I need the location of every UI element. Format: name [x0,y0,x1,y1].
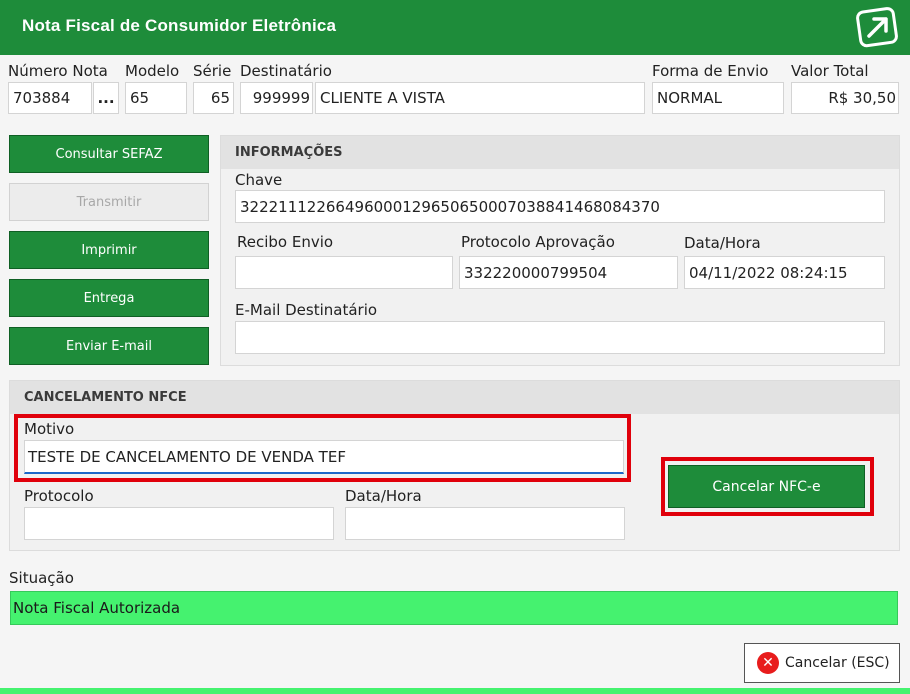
modelo-label: Modelo [125,62,180,80]
recibo-envio-label: Recibo Envio [237,233,334,251]
motivo-value: TESTE DE CANCELAMENTO DE VENDA TEF [28,447,346,466]
numero-nota-value: 703884 [13,89,71,107]
protocolo-aprovacao-label: Protocolo Aprovação [461,233,615,251]
situacao-label: Situação [9,569,74,587]
serie-field[interactable]: 65 [193,82,234,114]
cancelamento-title: CANCELAMENTO NFCE [10,381,899,414]
valor-total-value: R$ 30,50 [828,89,896,107]
chave-value: 3222111226649600012965065000703884146808… [240,197,660,216]
situacao-field: Nota Fiscal Autorizada [10,591,898,625]
email-destinatario-label: E-Mail Destinatário [235,301,378,319]
chave-label: Chave [235,171,283,189]
cancel-datahora-field[interactable] [345,507,625,540]
email-destinatario-field[interactable] [235,321,885,354]
destinatario-code: 999999 [252,89,310,107]
lookup-ellipsis: ... [97,89,115,107]
destinatario-label: Destinatário [240,62,332,80]
serie-value: 65 [210,89,230,107]
situacao-value: Nota Fiscal Autorizada [13,599,181,617]
imprimir-button[interactable]: Imprimir [9,231,209,269]
destinatario-name: CLIENTE A VISTA [320,89,445,107]
cancel-protocolo-label: Protocolo [24,487,94,505]
destinatario-code-field[interactable]: 999999 [240,82,313,114]
arrow-box-icon [856,7,898,48]
datahora-label: Data/Hora [684,234,761,252]
cancel-protocolo-field[interactable] [24,507,334,540]
cancelar-esc-label: Cancelar (ESC) [785,655,890,671]
modelo-value: 65 [130,89,150,107]
transmitir-button[interactable]: Transmitir [9,183,209,221]
valor-total-field[interactable]: R$ 30,50 [791,82,899,114]
window-title: Nota Fiscal de Consumidor Eletrônica [22,16,337,35]
valor-total-label: Valor Total [791,62,869,80]
close-circle-icon: ✕ [757,652,779,674]
motivo-label: Motivo [24,420,75,438]
entrega-button[interactable]: Entrega [9,279,209,317]
cancelar-nfce-button[interactable]: Cancelar NFC-e [668,465,865,508]
bottom-status-strip [0,688,910,694]
modelo-field[interactable]: 65 [125,82,187,114]
cancel-datahora-label: Data/Hora [345,487,422,505]
forma-envio-label: Forma de Envio [652,62,769,80]
forma-envio-field[interactable]: NORMAL [652,82,784,114]
numero-nota-lookup-button[interactable]: ... [93,82,119,114]
enviar-email-button[interactable]: Enviar E-mail [9,327,209,365]
protocolo-aprovacao-value: 332220000799504 [464,263,608,282]
recibo-envio-field[interactable] [235,256,453,289]
consultar-sefaz-button[interactable]: Consultar SEFAZ [9,135,209,173]
serie-label: Série [193,62,232,80]
forma-envio-value: NORMAL [657,89,723,107]
motivo-input[interactable]: TESTE DE CANCELAMENTO DE VENDA TEF [24,440,624,474]
numero-nota-field[interactable]: 703884 [8,82,92,114]
cancelar-esc-button[interactable]: ✕ Cancelar (ESC) [744,643,900,683]
datahora-field[interactable]: 04/11/2022 08:24:15 [684,256,885,289]
numero-nota-label: Número Nota [8,62,108,80]
title-bar: Nota Fiscal de Consumidor Eletrônica [0,0,910,55]
protocolo-aprovacao-field[interactable]: 332220000799504 [459,256,678,289]
destinatario-name-field[interactable]: CLIENTE A VISTA [315,82,645,114]
informacoes-title: INFORMAÇÕES [221,136,899,169]
datahora-value: 04/11/2022 08:24:15 [689,263,848,282]
chave-field[interactable]: 3222111226649600012965065000703884146808… [235,190,885,223]
